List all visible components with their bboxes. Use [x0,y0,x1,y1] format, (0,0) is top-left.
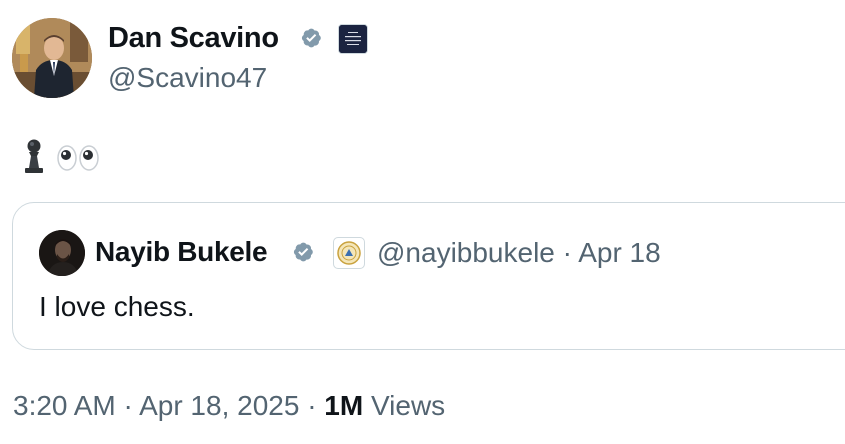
author-avatar[interactable] [12,18,92,98]
tweet-text [20,137,110,184]
views-label: Views [363,390,446,421]
tweet-timestamp[interactable]: 3:20 AM · Apr 18, 2025 · [13,390,324,421]
tweet-meta: 3:20 AM · Apr 18, 2025 · 1M Views [13,390,445,422]
quoted-handle-date[interactable]: @nayibbukele · Apr 18 [377,237,661,269]
quoted-author-avatar[interactable] [39,230,85,276]
verified-badge-icon [293,242,313,262]
verified-badge-icon [301,28,321,48]
author-handle[interactable]: @Scavino47 [108,62,267,94]
eyes-emoji-icon [57,145,99,171]
el-salvador-seal-icon[interactable] [333,237,365,269]
views-count: 1M [324,390,364,421]
white-house-badge-icon[interactable] [338,24,368,54]
quoted-tweet-text: I love chess. [39,291,195,322]
author-display-name[interactable]: Dan Scavino [108,22,279,55]
quoted-tweet-card[interactable]: Nayib Bukele @nayibbukele · Apr 18 I lov… [12,202,845,350]
person-portrait-avatar [12,18,92,98]
quoted-author-name[interactable]: Nayib Bukele [95,236,268,268]
chess-pawn-icon [25,139,43,173]
